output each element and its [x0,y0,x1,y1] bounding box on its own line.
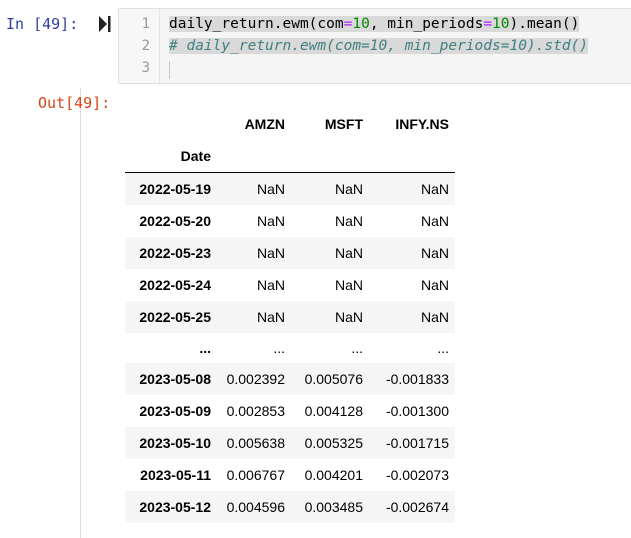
row-index-date: 2023-05-08 [139,371,211,387]
table-row: 2023-05-12 0.004596 0.003485 -0.002674 [125,491,455,523]
dataframe-table: AMZN MSFT INFY.NS Date 2022-05-19 NaN NaN N… [125,108,455,523]
line-number: 2 [141,38,150,54]
column-header-blank [125,108,213,140]
table-cell: 0.005325 [304,435,363,451]
table-row: 2023-05-08 0.002392 0.005076 -0.001833 [125,363,455,395]
table-cell: NaN [420,181,449,197]
table-row: 2022-05-20 NaN NaN NaN [125,205,455,237]
row-index-date: 2023-05-11 [140,467,211,483]
table-row: 2022-05-24 NaN NaN NaN [125,269,455,301]
table-cell: -0.001833 [385,371,449,387]
table-cell: 0.003485 [304,499,363,515]
row-index-date: 2023-05-09 [139,403,211,419]
index-name: Date [180,148,211,164]
table-cell: -0.002073 [385,467,449,483]
table-cell: 0.005638 [226,435,285,451]
input-prompt: In [49]: [6,15,79,33]
line-number: 1 [141,16,150,32]
table-cell: 0.004201 [304,467,363,483]
column-header: AMZN [244,116,285,132]
table-cell: NaN [334,213,363,229]
table-cell: NaN [256,213,285,229]
code-token: , min_periods [369,16,484,32]
table-cell: 0.002392 [226,371,285,387]
output-prompt: Out[49]: [38,94,111,112]
index-header-row: Date [125,140,455,173]
output-separator [80,88,81,538]
table-cell: 0.004128 [304,403,363,419]
column-header-row: AMZN MSFT INFY.NS [125,108,455,140]
table-cell: NaN [420,277,449,293]
table-cell: NaN [420,213,449,229]
table-cell: NaN [334,309,363,325]
text-cursor [169,61,170,79]
code-token: 10 [492,16,510,32]
table-cell: NaN [256,309,285,325]
row-index-date: ... [199,340,211,356]
row-index-date: 2022-05-19 [139,181,211,197]
code-editor[interactable]: 1 2 3 daily_return.ewm(com=10, min_perio… [118,8,631,84]
table-row: 2023-05-11 0.006767 0.004201 -0.002073 [125,459,455,491]
table-cell: NaN [334,277,363,293]
table-row: 2022-05-25 NaN NaN NaN [125,301,455,333]
table-cell: NaN [256,181,285,197]
table-cell: NaN [420,309,449,325]
row-index-date: 2022-05-20 [139,213,211,229]
table-cell: 0.006767 [226,467,285,483]
row-index-date: 2023-05-10 [139,435,211,451]
table-cell: 0.005076 [304,371,363,387]
table-cell: NaN [334,181,363,197]
table-cell: NaN [256,245,285,261]
column-header: INFY.NS [395,116,449,132]
table-cell: 0.002853 [226,403,285,419]
line-number: 3 [141,60,150,76]
table-row: 2023-05-09 0.002853 0.004128 -0.001300 [125,395,455,427]
row-index-date: 2023-05-12 [139,499,211,515]
code-token: 10 [352,16,370,32]
code-token: # daily_return.ewm(com=10, min_periods=1… [169,38,589,54]
table-row: 2022-05-19 NaN NaN NaN [125,172,455,205]
row-index-date: 2022-05-23 [139,245,211,261]
code-line[interactable]: daily_return.ewm(com=10, min_periods=10)… [169,16,580,32]
code-token: = [483,16,493,32]
table-row: 2022-05-23 NaN NaN NaN [125,237,455,269]
table-cell: NaN [420,245,449,261]
table-cell: NaN [256,277,285,293]
row-index-date: 2022-05-25 [139,309,211,325]
run-cell-icon[interactable] [98,15,112,33]
line-number-gutter: 1 2 3 [119,9,160,83]
table-cell: ... [437,340,449,356]
code-token: ).mean() [509,16,580,32]
table-cell: NaN [334,245,363,261]
table-cell: -0.001715 [385,435,449,451]
table-cell: ... [273,340,285,356]
notebook-page: In [49]: 1 2 3 daily_return.ewm(com=10, … [0,0,631,538]
table-row: ............ [125,333,455,363]
table-cell: -0.002674 [385,499,449,515]
code-line[interactable]: # daily_return.ewm(com=10, min_periods=1… [169,38,589,54]
table-cell: -0.001300 [385,403,449,419]
code-token: daily_return.ewm(com [169,16,344,32]
table-cell: 0.004596 [226,499,285,515]
table-cell: ... [351,340,363,356]
column-header: MSFT [324,116,363,132]
table-row: 2023-05-10 0.005638 0.005325 -0.001715 [125,427,455,459]
row-index-date: 2022-05-24 [139,277,211,293]
